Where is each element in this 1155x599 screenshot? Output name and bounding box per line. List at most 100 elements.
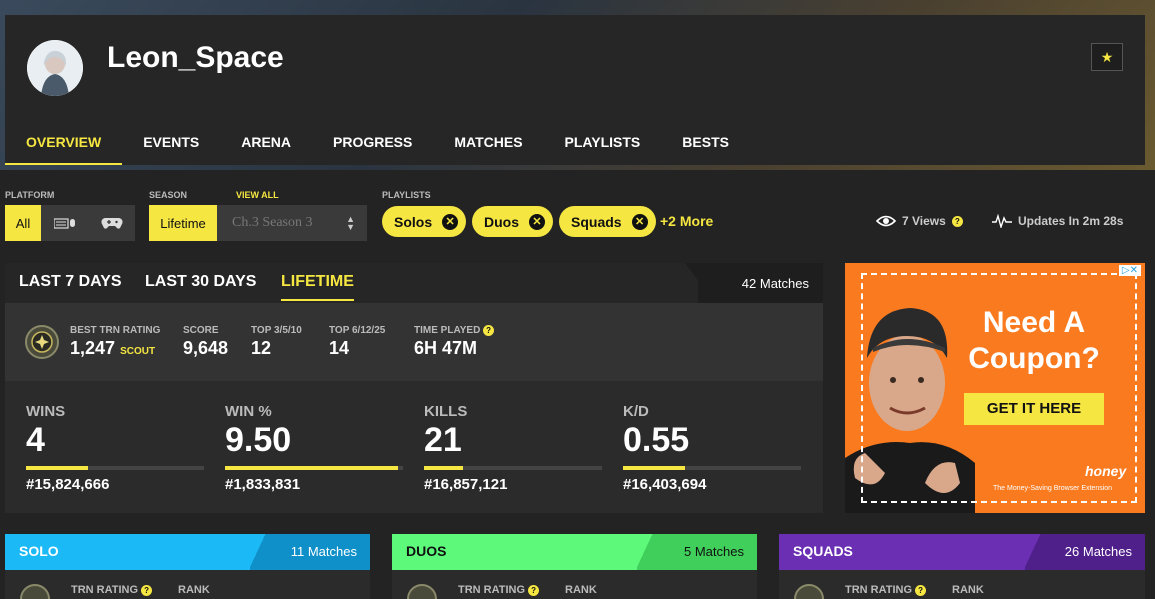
gamepad-icon [101, 218, 123, 229]
overview-stats-panel: LAST 7 DAYS LAST 30 DAYS LIFETIME 42 Mat… [5, 263, 823, 513]
tab-overview[interactable]: OVERVIEW [5, 125, 123, 165]
season-dropdown[interactable]: Ch.3 Season 3 ▲ ▼ [217, 205, 367, 241]
percentile-bar [225, 466, 403, 470]
mode-header: SOLO 11 Matches [5, 534, 370, 570]
avatar [27, 40, 83, 96]
update-timer: Updates In 2m 28s [1018, 214, 1124, 228]
best-trn-rating: BEST TRN RATING 1,247 SCOUT [70, 325, 160, 359]
tier-label: SCOUT [120, 346, 156, 357]
keyboard-mouse-icon [54, 218, 75, 229]
ad-choices-icon[interactable]: ▷✕ [1118, 265, 1141, 276]
top-6-stat: TOP 6/12/25 14 [329, 325, 385, 359]
stat-label: TRN RATING [845, 584, 913, 596]
platform-all-button[interactable]: All [5, 205, 41, 241]
chip-label: Duos [484, 213, 519, 230]
mode-matches-corner: 11 Matches [250, 534, 370, 570]
mode-trn-label: TRN RATING ? [845, 584, 927, 596]
stat-label: K/D [623, 403, 649, 420]
help-icon[interactable]: ? [141, 585, 153, 596]
avatar-image [27, 40, 83, 96]
stat-rank: #16,857,121 [424, 476, 508, 493]
stat-label: KILLS [424, 403, 468, 420]
tab-last-30-days[interactable]: LAST 30 DAYS [145, 273, 256, 291]
rank-badge-icon [407, 584, 437, 599]
matches-corner: 42 Matches [698, 263, 823, 303]
stat-label: TIME PLAYED [414, 325, 481, 336]
select-arrows-icon: ▲ ▼ [346, 214, 355, 232]
percentile-bar-fill [225, 466, 398, 470]
time-played-stat: TIME PLAYED ? 6H 47M [414, 325, 495, 359]
stat-value: 0.55 [623, 421, 690, 459]
more-playlists-link[interactable]: +2 More [660, 213, 713, 229]
advertisement[interactable]: ▷✕ Need A Coupon? GET IT HERE honey The … [845, 263, 1145, 513]
views-count: 7 Views [902, 214, 946, 228]
help-icon[interactable]: ? [483, 325, 495, 336]
stat-rank: #1,833,831 [225, 476, 301, 493]
help-icon[interactable]: ? [528, 585, 540, 596]
tab-playlists[interactable]: PLAYLISTS [544, 125, 662, 165]
playlists-label: PLAYLISTS [382, 190, 431, 200]
ad-brand-logo: honey [1085, 463, 1127, 479]
stat-rank: #16,403,694 [623, 476, 707, 493]
mode-matches-corner: 5 Matches [637, 534, 757, 570]
platform-pc-button[interactable] [41, 205, 89, 241]
star-icon: ★ [1100, 49, 1114, 65]
kd-stat: K/D 0.55 #16,403,694 [623, 403, 801, 493]
stat-label: WIN % [225, 403, 272, 420]
playlist-chip-solos[interactable]: Solos ✕ [382, 206, 467, 237]
playlist-chip-squads[interactable]: Squads ✕ [559, 206, 656, 237]
ad-cta-button[interactable]: GET IT HERE [964, 393, 1104, 425]
username: Leon_Space [107, 41, 284, 74]
stat-label: WINS [26, 403, 66, 420]
profile-nav: OVERVIEW EVENTS ARENA PROGRESS MATCHES P… [5, 125, 750, 165]
favorite-button[interactable]: ★ [1091, 43, 1123, 71]
season-lifetime-button[interactable]: Lifetime [149, 205, 217, 241]
help-icon[interactable]: ? [951, 215, 963, 227]
mode-matches-corner: 26 Matches [1025, 534, 1145, 570]
tab-lifetime[interactable]: LIFETIME [281, 273, 354, 301]
tab-bests[interactable]: BESTS [661, 125, 750, 165]
ad-headline: Need A Coupon? [968, 306, 1100, 375]
mode-rank-label: RANK [952, 584, 984, 596]
rank-badge-icon [794, 584, 824, 599]
tab-last-7-days[interactable]: LAST 7 DAYS [19, 273, 122, 291]
view-all-link[interactable]: VIEW ALL [236, 190, 279, 200]
percentile-bar [623, 466, 801, 470]
mode-card-duos[interactable]: DUOS 5 Matches TRN RATING ? RANK [392, 534, 757, 599]
update-info: Updates In 2m 28s [992, 214, 1123, 228]
mode-matches: 26 Matches [1064, 544, 1132, 559]
tab-progress[interactable]: PROGRESS [312, 125, 433, 165]
remove-icon[interactable]: ✕ [529, 213, 545, 230]
mode-trn-label: TRN RATING ? [458, 584, 540, 596]
tab-arena[interactable]: ARENA [220, 125, 312, 165]
mode-card-solo[interactable]: SOLO 11 Matches TRN RATING ? RANK [5, 534, 370, 599]
tab-matches[interactable]: MATCHES [433, 125, 543, 165]
mode-title: DUOS [406, 543, 447, 559]
percentile-bar-fill [623, 466, 686, 470]
stat-value: 9.50 [225, 421, 292, 459]
mode-header: DUOS 5 Matches [392, 534, 757, 570]
percentile-bar-fill [26, 466, 89, 470]
mode-card-squads[interactable]: SQUADS 26 Matches TRN RATING ? RANK [779, 534, 1145, 599]
stat-label: TOP 6/12/25 [329, 325, 386, 336]
platform-console-button[interactable] [89, 205, 135, 241]
stat-value: 4 [26, 421, 45, 459]
chip-label: Solos [394, 213, 433, 230]
mode-title: SQUADS [793, 543, 853, 559]
chip-label: Squads [571, 213, 622, 230]
help-icon[interactable]: ? [915, 585, 927, 596]
profile-header: Leon_Space ★ OVERVIEW EVENTS ARENA PROGR… [5, 15, 1145, 165]
stat-rank: #15,824,666 [26, 476, 110, 493]
top-3-stat: TOP 3/5/10 12 [251, 325, 302, 359]
stat-label: BEST TRN RATING [70, 325, 161, 336]
remove-icon[interactable]: ✕ [631, 213, 648, 230]
remove-icon[interactable]: ✕ [442, 213, 459, 230]
tab-events[interactable]: EVENTS [122, 125, 220, 165]
stat-value: 14 [329, 338, 350, 358]
stat-label: TOP 3/5/10 [251, 325, 302, 336]
mode-matches: 11 Matches [290, 544, 357, 559]
total-matches: 42 Matches [741, 276, 809, 291]
stat-value: 1,247 [70, 338, 116, 358]
rank-badge-icon [20, 584, 50, 599]
playlist-chip-duos[interactable]: Duos ✕ [472, 206, 553, 237]
